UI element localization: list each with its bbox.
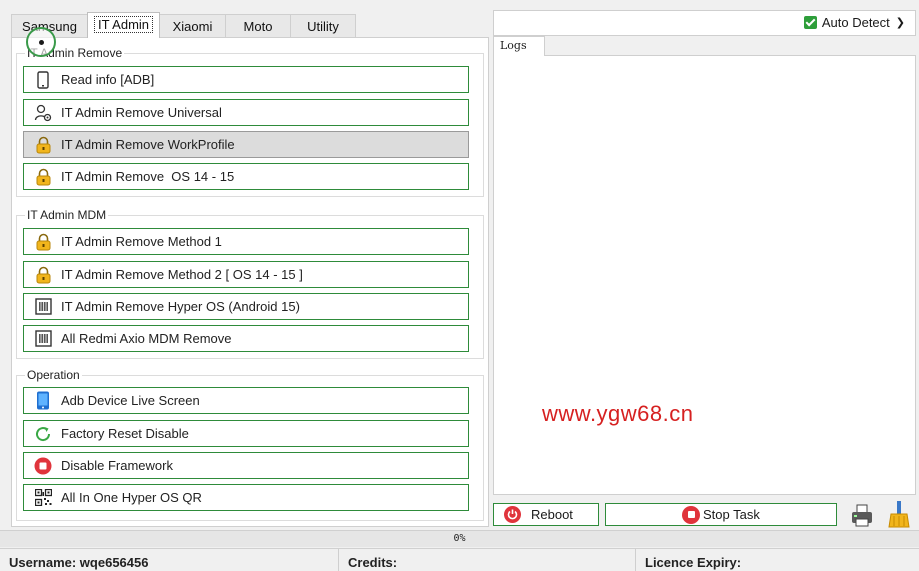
lock-icon — [34, 233, 52, 251]
chip-icon — [34, 298, 52, 316]
progress-text: 0% — [453, 533, 466, 544]
group-title: Operation — [25, 367, 82, 383]
tab-moto[interactable]: Moto — [225, 14, 291, 38]
licence-expiry-status: Licence Expiry: — [635, 549, 919, 571]
tab-it-admin[interactable]: IT Admin — [87, 12, 160, 38]
stop-task-button[interactable]: Stop Task — [605, 503, 837, 526]
button-label: IT Admin Remove Method 2 [ OS 14 - 15 ] — [61, 267, 303, 282]
checkbox-checked-icon[interactable] — [803, 16, 817, 29]
main-tabbar: Samsung IT Admin Xiaomi Moto Utility — [11, 12, 356, 38]
reboot-button[interactable]: Reboot — [493, 503, 599, 526]
device-select-bar: Auto Detect ❯ — [493, 10, 916, 36]
refresh-icon — [34, 425, 52, 443]
status-bar: Username: wqe656456 Credits: Licence Exp… — [0, 548, 919, 571]
group-operation: Operation Adb Device Live Screen Factory… — [16, 367, 484, 521]
lock-icon — [34, 168, 52, 186]
all-in-one-hyper-os-qr-button[interactable]: All In One Hyper OS QR — [23, 484, 469, 511]
adb-device-live-screen-button[interactable]: Adb Device Live Screen — [23, 387, 469, 414]
tab-it-admin-label: IT Admin — [93, 16, 154, 33]
it-admin-remove-hyper-os-button[interactable]: IT Admin Remove Hyper OS (Android 15) — [23, 293, 469, 320]
button-label: IT Admin Remove WorkProfile — [61, 137, 235, 152]
broom-clear-icon[interactable] — [887, 500, 913, 528]
stop-icon — [682, 505, 700, 524]
it-admin-remove-workprofile-button[interactable]: IT Admin Remove WorkProfile — [23, 131, 469, 158]
qr-icon — [34, 489, 52, 507]
phone-icon — [34, 70, 52, 89]
it-admin-remove-os14-15-button[interactable]: IT Admin Remove OS 14 - 15 — [23, 163, 469, 190]
watermark: www.ygw68.cn — [542, 401, 694, 426]
lock-icon — [34, 136, 52, 154]
button-label: IT Admin Remove Method 1 — [61, 234, 222, 249]
it-admin-remove-universal-button[interactable]: IT Admin Remove Universal — [23, 99, 469, 126]
tab-logs[interactable]: Logs — [493, 36, 545, 56]
it-admin-panel: IT Admin Remove Read info [ADB] IT Admin… — [11, 27, 489, 527]
chevron-down-icon[interactable]: ❯ — [896, 16, 905, 29]
factory-reset-disable-button[interactable]: Factory Reset Disable — [23, 420, 469, 447]
stop-task-label: Stop Task — [703, 507, 760, 522]
reboot-label: Reboot — [531, 507, 573, 522]
logs-output[interactable]: www.ygw68.cn — [493, 55, 916, 495]
button-label: IT Admin Remove Universal — [61, 105, 222, 120]
tab-utility[interactable]: Utility — [290, 14, 356, 38]
credits-status: Credits: — [338, 549, 635, 571]
button-label: Read info [ADB] — [61, 72, 155, 87]
button-label: All Redmi Axio MDM Remove — [61, 331, 232, 346]
read-info-adb-button[interactable]: Read info [ADB] — [23, 66, 469, 93]
user-gear-icon — [34, 104, 52, 122]
mouse-cursor-indicator — [26, 27, 56, 57]
button-label: IT Admin Remove OS 14 - 15 — [61, 169, 235, 184]
it-admin-remove-method-2-button[interactable]: IT Admin Remove Method 2 [ OS 14 - 15 ] — [23, 261, 469, 288]
button-label: Adb Device Live Screen — [61, 393, 200, 408]
button-label: All In One Hyper OS QR — [61, 490, 202, 505]
lock-icon — [34, 266, 52, 284]
progress-bar: 0% — [0, 530, 919, 547]
username-status: Username: wqe656456 — [9, 555, 149, 570]
tab-xiaomi[interactable]: Xiaomi — [159, 14, 226, 38]
mobile-icon — [34, 391, 52, 410]
stop-icon — [34, 457, 52, 475]
button-label: Disable Framework — [61, 458, 173, 473]
disable-framework-button[interactable]: Disable Framework — [23, 452, 469, 479]
group-it-admin-remove: IT Admin Remove Read info [ADB] IT Admin… — [16, 45, 484, 197]
button-label: Factory Reset Disable — [61, 426, 189, 441]
button-label: IT Admin Remove Hyper OS (Android 15) — [61, 299, 300, 314]
auto-detect-toggle[interactable]: Auto Detect ❯ — [803, 15, 905, 30]
power-icon — [504, 506, 521, 523]
all-redmi-axio-mdm-remove-button[interactable]: All Redmi Axio MDM Remove — [23, 325, 469, 352]
auto-detect-label: Auto Detect — [821, 15, 890, 30]
group-title: IT Admin MDM — [25, 207, 109, 223]
it-admin-remove-method-1-button[interactable]: IT Admin Remove Method 1 — [23, 228, 469, 255]
group-it-admin-mdm: IT Admin MDM IT Admin Remove Method 1 IT… — [16, 207, 484, 359]
printer-icon[interactable] — [850, 503, 874, 527]
chip-icon — [34, 330, 52, 348]
